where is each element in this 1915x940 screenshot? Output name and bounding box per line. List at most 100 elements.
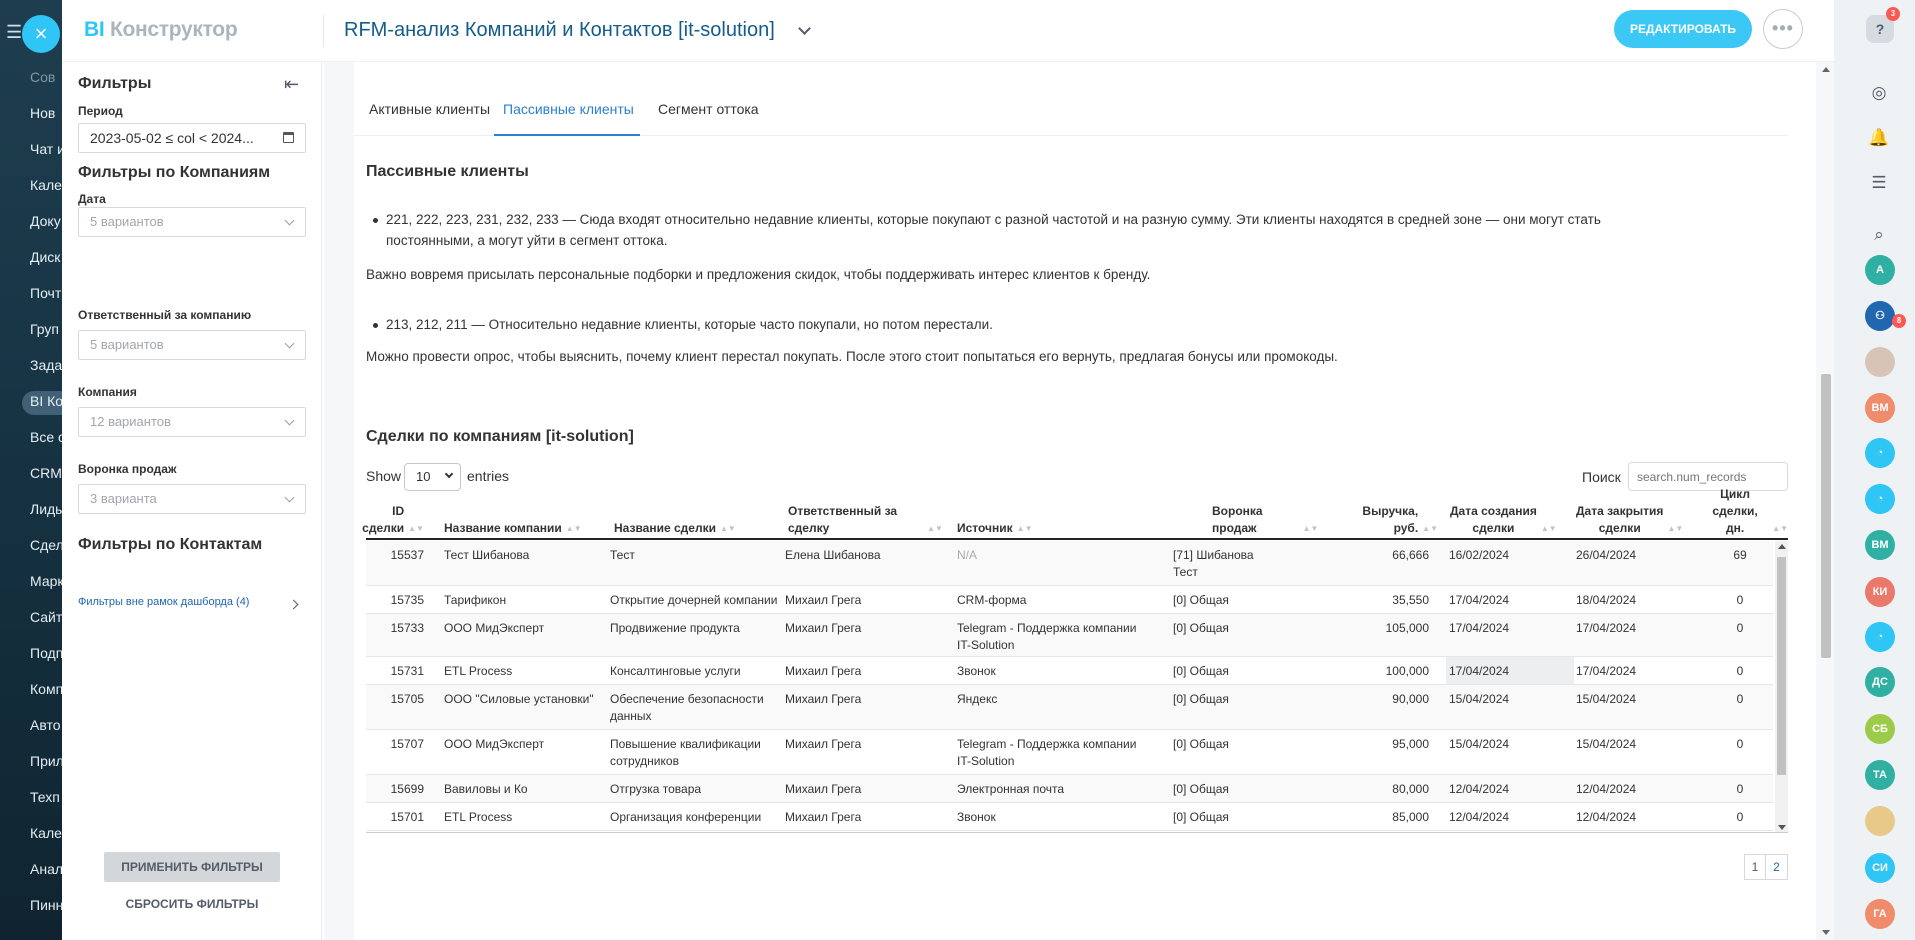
- pagination: 1 2: [1744, 854, 1788, 880]
- chat-icon[interactable]: ☰: [1864, 168, 1894, 198]
- chevron-right-icon[interactable]: [288, 599, 299, 610]
- cell-revenue: 105,000: [1385, 621, 1429, 635]
- scrollbar-thumb[interactable]: [1777, 557, 1786, 775]
- column-header-cycle[interactable]: Цикл сделки, дн. ▲▼: [1702, 487, 1788, 540]
- tab-passive-clients[interactable]: Пассивные клиенты: [503, 101, 634, 117]
- page-scrollbar[interactable]: [1818, 62, 1834, 940]
- outside-filters-link[interactable]: Фильтры вне рамок дашборда (4): [78, 594, 258, 611]
- cell-created: 17/04/2024: [1449, 621, 1510, 635]
- table-row[interactable]: 15705 ООО "Силовые установки" Обеспечение …: [366, 685, 1773, 730]
- cell-cycle: 69: [1733, 548, 1747, 562]
- tab-churn-segment[interactable]: Сегмент оттока: [658, 101, 759, 117]
- table-row[interactable]: 15699 Вавиловы и Ко Отгрузка товара Михаил …: [366, 775, 1773, 803]
- cell-owner: Елена Шибанова: [785, 548, 881, 562]
- date-select-value: 5 вариантов: [90, 214, 164, 229]
- portal-menu-item: Чат и: [30, 141, 62, 157]
- cell-id: 15733: [390, 621, 424, 635]
- user-avatar[interactable]: КИ: [1865, 577, 1895, 607]
- chat-avatar-icon[interactable]: ◔: [1865, 622, 1895, 652]
- cell-owner: Михаил Грега: [785, 593, 862, 607]
- column-header-id[interactable]: ID сделки ▲▼: [362, 502, 424, 540]
- user-avatar[interactable]: ВМ: [1865, 530, 1895, 560]
- user-avatar[interactable]: ТА: [1865, 760, 1895, 790]
- apply-filters-button[interactable]: ПРИМЕНИТЬ ФИЛЬТРЫ: [104, 852, 280, 882]
- dashboard-title[interactable]: RFM-анализ Компаний и Контактов [it-solu…: [344, 19, 775, 42]
- table-scrollbar[interactable]: [1775, 541, 1788, 832]
- table-row[interactable]: 15537 Тест Шибанова Тест Елена Шибанова N/A […: [366, 541, 1773, 586]
- user-avatar[interactable]: СИ: [1865, 853, 1895, 883]
- date-select[interactable]: 5 вариантов: [78, 207, 306, 237]
- activity-icon[interactable]: ◎: [1864, 78, 1894, 108]
- scroll-down-arrow-icon[interactable]: [1778, 825, 1786, 830]
- cell-closed: 12/04/2024: [1576, 782, 1637, 796]
- contact-filters-heading: Фильтры по Контактам: [78, 536, 263, 553]
- right-sidebar: ? 3 ◎ 🔔 ☰ ⌕ А ⚇ ВМ ◔ ◔ ВМ КИ ◔ ДС СБ ТА СИ ГА 8: [1834, 0, 1915, 940]
- page-size-select[interactable]: 10: [404, 463, 461, 491]
- table-row[interactable]: 15707 ООО МидЭксперт Повышение квалификаци…: [366, 730, 1773, 775]
- cell-closed: 12/04/2024: [1576, 810, 1637, 824]
- chat-avatar-icon[interactable]: ◔: [1865, 484, 1895, 514]
- user-avatar[interactable]: ВМ: [1865, 393, 1895, 423]
- cell-revenue: 80,000: [1392, 782, 1429, 796]
- chat-avatar-icon[interactable]: ⚇: [1865, 301, 1895, 331]
- reset-filters-button[interactable]: СБРОСИТЬ ФИЛЬТРЫ: [104, 897, 280, 917]
- close-slider-button[interactable]: ×: [22, 15, 60, 53]
- user-avatar[interactable]: СБ: [1865, 714, 1895, 744]
- user-avatar[interactable]: ДС: [1865, 667, 1895, 697]
- cell-deal: Повышение квалификации сотрудников: [610, 737, 761, 768]
- portal-menu-item: Кале: [30, 825, 62, 841]
- table-row[interactable]: 15735 Тарификон Открытие дочерней компании…: [366, 586, 1773, 614]
- cell-source: Яндекс: [957, 692, 998, 706]
- column-header-deal[interactable]: Название сделки ▲▼: [614, 502, 774, 540]
- chat-avatar-icon[interactable]: [1865, 347, 1895, 377]
- cell-id: 15699: [390, 782, 424, 796]
- period-field[interactable]: 2023-05-02 ≤ col < 2024...: [78, 123, 306, 153]
- collapse-icon[interactable]: ⇤: [284, 74, 299, 95]
- table-row[interactable]: 15733 ООО МидЭксперт Продвижение продукта М…: [366, 614, 1773, 657]
- cell-deal: Продвижение продукта: [610, 621, 740, 635]
- portal-menu-item: CRM: [30, 465, 62, 481]
- scrollbar-thumb[interactable]: [1821, 374, 1831, 658]
- tab-active-clients[interactable]: Активные клиенты: [369, 101, 490, 117]
- column-header-company[interactable]: Название компании ▲▼: [444, 502, 604, 540]
- edit-button[interactable]: РЕДАКТИРОВАТЬ: [1614, 10, 1752, 48]
- chevron-down-icon[interactable]: [798, 22, 811, 35]
- portal-menu-item: Авто: [30, 717, 61, 733]
- page-button-2[interactable]: 2: [1766, 854, 1788, 880]
- filters-title: Фильтры: [78, 75, 152, 92]
- portal-menu-item: Все о: [30, 429, 62, 445]
- page-button-1[interactable]: 1: [1744, 854, 1766, 880]
- cell-cycle: 0: [1736, 782, 1744, 796]
- bell-icon[interactable]: 🔔: [1864, 123, 1894, 153]
- column-header-revenue[interactable]: Выручка, руб. ▲▼: [1320, 502, 1438, 540]
- chat-avatar-icon[interactable]: ◔: [1865, 438, 1895, 468]
- owner-select[interactable]: 5 вариантов: [78, 330, 306, 360]
- chat-avatar-icon[interactable]: [1865, 806, 1895, 836]
- user-avatar[interactable]: А: [1865, 255, 1895, 285]
- scroll-up-arrow-icon[interactable]: [1822, 67, 1830, 72]
- company-select[interactable]: 12 вариантов: [78, 407, 306, 437]
- search-icon[interactable]: ⌕: [1864, 220, 1894, 250]
- column-header-owner[interactable]: Ответственный за сделку ▲▼: [788, 502, 948, 540]
- user-avatar[interactable]: ГА: [1865, 899, 1895, 929]
- cell-revenue: 95,000: [1392, 737, 1429, 751]
- scroll-down-arrow-icon[interactable]: [1822, 930, 1830, 935]
- column-header-source[interactable]: Источник ▲▼: [957, 502, 1117, 540]
- scroll-up-arrow-icon[interactable]: [1778, 544, 1786, 549]
- more-button[interactable]: •••: [1763, 9, 1803, 49]
- app-logo: BI Конструктор: [84, 18, 238, 41]
- cell-deal: Тест: [610, 548, 635, 562]
- bullet-line: постоянными, а могут уйти в сегмент отто…: [386, 233, 668, 248]
- column-header-created[interactable]: Дата создания сделки ▲▼: [1450, 502, 1566, 540]
- table-row[interactable]: 15731 ETL Process Консалтинговые услуги Мих…: [366, 657, 1773, 685]
- paragraph: Важно вовремя присылать персональные под…: [366, 267, 1151, 282]
- portal-menu-item: Пинн: [30, 897, 62, 913]
- owner-label: Ответственный за компанию: [78, 308, 252, 322]
- portal-menu-item: Сайт: [30, 609, 62, 625]
- column-header-funnel[interactable]: Воронка продаж ▲▼: [1212, 502, 1320, 540]
- menu-burger-icon[interactable]: ☰: [6, 22, 22, 43]
- column-header-closed[interactable]: Дата закрытия сделки ▲▼: [1576, 502, 1694, 540]
- cell-source: Звонок: [957, 664, 996, 678]
- funnel-select[interactable]: 3 варианта: [78, 484, 306, 514]
- table-row[interactable]: 15701 ETL Process Организация конференции М…: [366, 803, 1773, 831]
